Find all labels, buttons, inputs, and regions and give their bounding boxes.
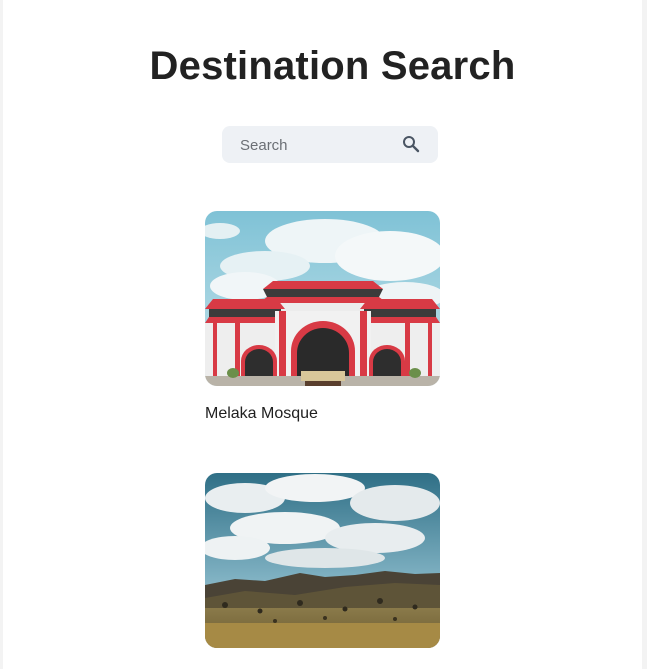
grassland-landscape-photo[interactable]: [205, 473, 440, 648]
search-input[interactable]: [238, 126, 392, 165]
page-container: Destination Search Search Melaka Mosque: [3, 0, 642, 669]
page-title: Destination Search: [149, 44, 516, 88]
search-bar: [222, 126, 438, 165]
mosque-photo[interactable]: [205, 211, 440, 386]
destination-name[interactable]: Melaka Mosque: [205, 405, 318, 423]
search-icon[interactable]: [402, 135, 420, 153]
